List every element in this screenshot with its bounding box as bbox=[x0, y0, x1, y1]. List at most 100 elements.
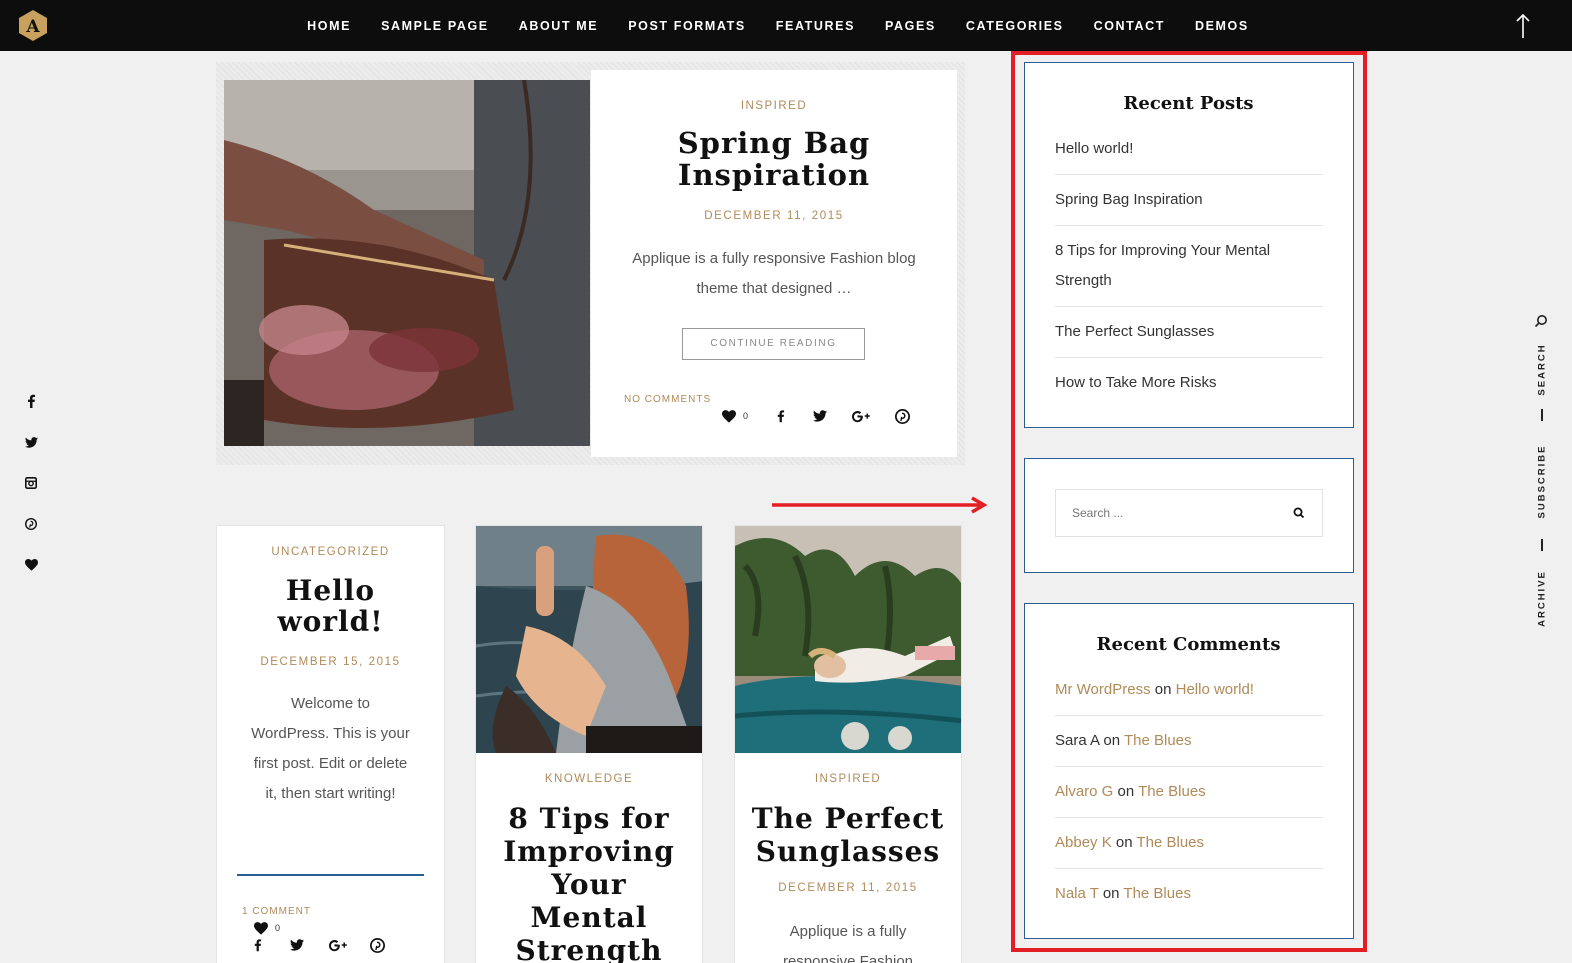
post-image[interactable] bbox=[735, 526, 961, 753]
comment-post-link[interactable]: The Blues bbox=[1138, 783, 1206, 800]
nav-home[interactable]: HOME bbox=[307, 19, 351, 33]
comment-post-link[interactable]: The Blues bbox=[1123, 885, 1191, 902]
nav-contact[interactable]: CONTACT bbox=[1094, 19, 1165, 33]
main-menu: HOME SAMPLE PAGE ABOUT ME POST FORMATS F… bbox=[0, 0, 1572, 51]
comment-author-link[interactable]: Abbey K bbox=[1055, 834, 1112, 851]
share-twitter-icon[interactable] bbox=[810, 406, 830, 426]
comment-author-link[interactable]: Mr WordPress bbox=[1055, 681, 1151, 698]
share-twitter-icon[interactable] bbox=[287, 935, 307, 955]
recent-comment-item: Alvaro G on The Blues bbox=[1055, 767, 1323, 818]
recent-post-link[interactable]: Hello world! bbox=[1055, 133, 1323, 175]
left-social-rail bbox=[20, 390, 42, 595]
excerpt-line: Applique is a fully responsive Fashion b… bbox=[632, 250, 916, 267]
nav-sample-page[interactable]: SAMPLE PAGE bbox=[381, 19, 489, 33]
nav-features[interactable]: FEATURES bbox=[776, 19, 855, 33]
nav-categories[interactable]: CATEGORIES bbox=[966, 19, 1064, 33]
nav-about-me[interactable]: ABOUT ME bbox=[519, 19, 598, 33]
rail-archive-link[interactable]: ARCHIVE bbox=[1537, 570, 1548, 627]
share-google-plus-icon[interactable] bbox=[850, 406, 872, 426]
recent-comments-list: Mr WordPress on Hello world! Sara A on T… bbox=[1055, 674, 1323, 919]
post-title[interactable]: 8 Tips for Improving Your Mental Strengt… bbox=[476, 802, 702, 963]
search-icon[interactable] bbox=[1534, 314, 1548, 328]
post-category[interactable]: UNCATEGORIZED bbox=[217, 546, 444, 558]
recent-post-link[interactable]: Spring Bag Inspiration bbox=[1055, 175, 1323, 226]
excerpt-line: first post. Edit or delete bbox=[253, 755, 408, 772]
share-facebook-icon[interactable] bbox=[770, 406, 790, 426]
comment-author-text: Sara A bbox=[1055, 732, 1100, 749]
rail-subscribe-link[interactable]: SUBSCRIBE bbox=[1537, 445, 1548, 519]
comments-link[interactable]: 1 COMMENT bbox=[242, 906, 311, 917]
share-pinterest-icon[interactable] bbox=[892, 406, 912, 426]
featured-post-card: INSPIRED Spring Bag Inspiration DECEMBER… bbox=[591, 70, 957, 457]
right-vertical-rail: SEARCH SUBSCRIBE ARCHIVE bbox=[1528, 312, 1556, 632]
post-date: DECEMBER 15, 2015 bbox=[260, 656, 401, 668]
post-card-8-tips: KNOWLEDGE 8 Tips for Improving Your Ment… bbox=[475, 525, 703, 963]
comment-post-link[interactable]: The Blues bbox=[1136, 834, 1204, 851]
like-count: 0 bbox=[275, 923, 281, 933]
excerpt-line: WordPress. This is your bbox=[251, 725, 410, 742]
title-line: world! bbox=[277, 604, 384, 638]
widget-title: Recent Posts bbox=[1123, 93, 1254, 114]
recent-post-link[interactable]: The Perfect Sunglasses bbox=[1055, 307, 1323, 358]
search-widget bbox=[1024, 458, 1354, 573]
recent-comment-item: Mr WordPress on Hello world! bbox=[1055, 674, 1323, 716]
comments-link[interactable]: NO COMMENTS bbox=[624, 394, 711, 405]
top-navigation-bar: A HOME SAMPLE PAGE ABOUT ME POST FORMATS… bbox=[0, 0, 1572, 51]
excerpt-line: Applique is a fully bbox=[789, 923, 907, 940]
title-line: Spring Bag bbox=[677, 126, 871, 160]
comment-on-text: on bbox=[1117, 783, 1135, 800]
search-icon[interactable] bbox=[1290, 504, 1308, 522]
recent-posts-list: Hello world! Spring Bag Inspiration 8 Ti… bbox=[1055, 133, 1323, 408]
post-category[interactable]: INSPIRED bbox=[735, 773, 961, 785]
post-date: DECEMBER 11, 2015 bbox=[778, 882, 918, 894]
post-excerpt: Welcome to WordPress. This is your first… bbox=[217, 689, 444, 809]
rail-divider bbox=[1541, 539, 1543, 551]
comment-on-text: on bbox=[1154, 681, 1172, 698]
post-card-hello-world: UNCATEGORIZED Hello world! DECEMBER 15, … bbox=[216, 525, 445, 963]
comment-post-link[interactable]: The Blues bbox=[1124, 732, 1192, 749]
like-heart-icon[interactable] bbox=[719, 406, 739, 426]
nav-demos[interactable]: DEMOS bbox=[1195, 19, 1249, 33]
post-title[interactable]: The Perfect Sunglasses bbox=[735, 802, 961, 868]
continue-reading-wrap: CONTINUE READING bbox=[682, 328, 865, 360]
divider-line bbox=[237, 874, 424, 876]
recent-post-link[interactable]: 8 Tips for Improving Your Mental Strengt… bbox=[1055, 226, 1323, 307]
post-excerpt: Applique is a fully responsive Fashion b… bbox=[591, 244, 957, 304]
share-facebook-icon[interactable] bbox=[247, 935, 267, 955]
post-excerpt: Applique is a fully responsive Fashion bbox=[735, 917, 961, 963]
comment-on-text: on bbox=[1115, 834, 1133, 851]
search-input[interactable] bbox=[1056, 490, 1286, 536]
post-title[interactable]: Spring Bag Inspiration bbox=[591, 126, 957, 192]
excerpt-line: it, then start writing! bbox=[265, 785, 396, 802]
recent-comment-item: Abbey K on The Blues bbox=[1055, 818, 1323, 869]
comment-on-text: on bbox=[1102, 885, 1120, 902]
nav-post-formats[interactable]: POST FORMATS bbox=[628, 19, 746, 33]
recent-post-link[interactable]: How to Take More Risks bbox=[1055, 358, 1323, 408]
scroll-top-arrow-icon[interactable] bbox=[1512, 12, 1534, 40]
title-line: 8 Tips for bbox=[508, 802, 670, 835]
post-title[interactable]: Hello world! bbox=[217, 575, 444, 638]
post-category[interactable]: INSPIRED bbox=[591, 100, 957, 112]
featured-post-image[interactable] bbox=[224, 80, 590, 446]
post-category[interactable]: KNOWLEDGE bbox=[476, 773, 702, 785]
share-row bbox=[247, 935, 387, 955]
comment-author-link[interactable]: Nala T bbox=[1055, 885, 1099, 902]
excerpt-line: responsive Fashion bbox=[782, 953, 914, 963]
share-google-plus-icon[interactable] bbox=[327, 935, 349, 955]
widget-title: Recent Comments bbox=[1096, 634, 1281, 655]
title-line: Mental bbox=[530, 901, 648, 934]
title-line: Sunglasses bbox=[755, 835, 941, 868]
pinterest-icon[interactable] bbox=[20, 513, 42, 535]
facebook-icon[interactable] bbox=[20, 390, 42, 412]
rail-search-link[interactable]: SEARCH bbox=[1537, 343, 1548, 395]
instagram-icon[interactable] bbox=[20, 472, 42, 494]
continue-reading-button[interactable]: CONTINUE READING bbox=[682, 328, 865, 360]
twitter-icon[interactable] bbox=[20, 431, 42, 453]
post-image[interactable] bbox=[476, 526, 702, 753]
nav-pages[interactable]: PAGES bbox=[885, 19, 936, 33]
comment-post-link[interactable]: Hello world! bbox=[1176, 681, 1254, 698]
heart-icon[interactable] bbox=[20, 554, 42, 576]
title-line: Your bbox=[551, 868, 627, 901]
share-pinterest-icon[interactable] bbox=[367, 935, 387, 955]
comment-author-link[interactable]: Alvaro G bbox=[1055, 783, 1113, 800]
